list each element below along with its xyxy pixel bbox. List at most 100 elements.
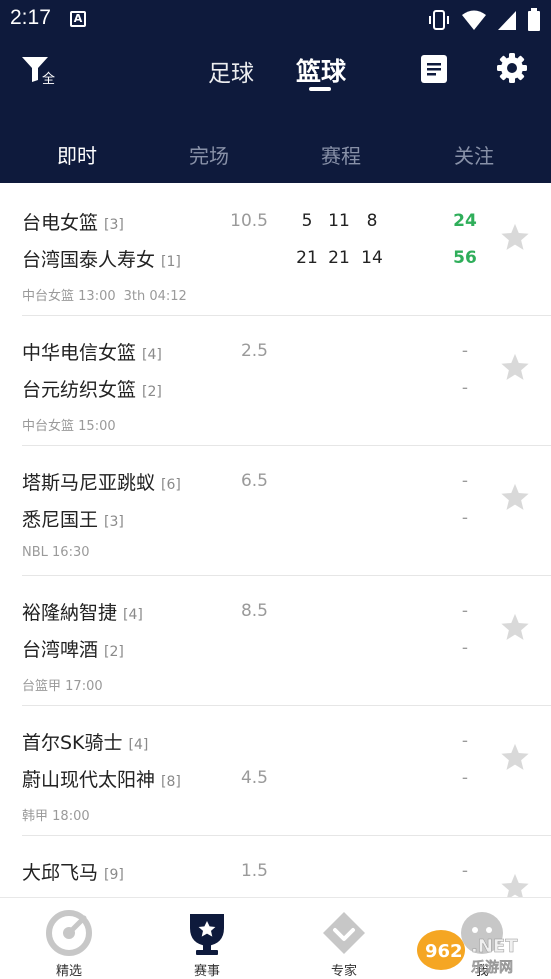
- away-q1-score: 21: [296, 248, 318, 268]
- favorite-star-icon[interactable]: [500, 222, 530, 252]
- away-team-name: 台元纺织女篮: [22, 379, 137, 401]
- home-team-name: 台电女篮: [22, 212, 99, 234]
- home-team-name: 裕隆納智捷: [22, 602, 118, 624]
- gear-icon: [497, 53, 527, 83]
- away-total-score: -: [461, 638, 469, 658]
- home-team: 台电女篮 [3]: [22, 208, 124, 235]
- match-time: 17:00: [65, 679, 103, 694]
- handicap-value: 4.5: [240, 768, 268, 788]
- home-total-score: 24: [453, 211, 477, 231]
- match-row[interactable]: 塔斯马尼亚跳蚁 [6] 悉尼国王 [3] 6.5 - - NBL 16:30: [0, 446, 551, 576]
- away-team: 台湾国泰人寿女 [1]: [22, 245, 181, 272]
- match-info: 中台女篮 15:00: [22, 415, 116, 434]
- svg-text:962: 962: [425, 941, 463, 962]
- away-total-score: -: [461, 508, 469, 528]
- favorite-star-icon[interactable]: [500, 352, 530, 382]
- match-info: 韩甲 18:00: [22, 805, 90, 824]
- favorite-star-icon[interactable]: [500, 612, 530, 642]
- away-total-score: 56: [453, 248, 477, 268]
- home-team: 裕隆納智捷 [4]: [22, 598, 143, 625]
- tab-live[interactable]: 即时: [57, 140, 97, 169]
- home-team: 首尔SK骑士 [4]: [22, 728, 148, 755]
- nav-matches[interactable]: 赛事: [167, 906, 247, 979]
- favorite-star-icon[interactable]: [500, 482, 530, 512]
- home-total-score: -: [461, 731, 469, 751]
- game-clock: 3th 04:12: [123, 289, 187, 304]
- tab-schedule[interactable]: 赛程: [321, 140, 361, 169]
- battery-icon: [528, 8, 540, 31]
- away-total-score: -: [461, 768, 469, 788]
- tab-finished[interactable]: 完场: [189, 140, 229, 169]
- tab-favorites[interactable]: 关注: [454, 140, 494, 169]
- away-q2-score: 21: [328, 248, 350, 268]
- home-team-rank: [4]: [128, 737, 149, 753]
- match-time: 16:30: [52, 545, 90, 560]
- match-row[interactable]: 台电女篮 [3] 台湾国泰人寿女 [1] 10.5 5 11 8 21 21 14 …: [0, 186, 551, 316]
- away-team: 台元纺织女篮 [2]: [22, 375, 162, 402]
- home-team-name: 首尔SK骑士: [22, 732, 123, 754]
- league-name: 韩甲: [22, 809, 49, 824]
- home-team-rank: [4]: [142, 347, 162, 363]
- tab-football[interactable]: 足球: [208, 54, 254, 88]
- match-row[interactable]: 首尔SK骑士 [4] 蔚山现代太阳神 [8] 4.5 - - 韩甲 18:00: [0, 706, 551, 836]
- home-team-rank: [3]: [104, 217, 124, 233]
- svg-text:乐游网: 乐游网: [471, 959, 513, 976]
- match-row[interactable]: 中华电信女篮 [4] 台元纺织女篮 [2] 2.5 - - 中台女篮 15:00: [0, 316, 551, 446]
- away-team-name: 台湾啤酒: [22, 639, 99, 661]
- away-team-rank: [8]: [161, 774, 181, 790]
- home-q3-score: 8: [366, 211, 378, 231]
- match-row[interactable]: 裕隆納智捷 [4] 台湾啤酒 [2] 8.5 - - 台篮甲 17:00: [0, 576, 551, 706]
- match-time: 18:00: [52, 809, 90, 824]
- home-team-rank: [6]: [161, 477, 181, 493]
- status-icons: [427, 8, 541, 32]
- home-team-rank: [9]: [104, 867, 124, 883]
- match-info: NBL 16:30: [22, 545, 90, 560]
- league-name: 台篮甲: [22, 679, 62, 694]
- diamond-icon: [323, 912, 365, 954]
- away-team-rank: [2]: [142, 384, 162, 400]
- handicap-value: 8.5: [240, 601, 268, 621]
- home-team: 中华电信女篮 [4]: [22, 338, 162, 365]
- app-screen: 2:17 A 全 足球 篮球 即时 完场 赛程 关注 台电女篮 [3] 台湾国泰…: [0, 0, 551, 979]
- away-team: 蔚山现代太阳神 [8]: [22, 765, 181, 792]
- away-team: 台湾啤酒 [2]: [22, 635, 124, 662]
- settings-button[interactable]: [496, 52, 528, 84]
- home-q1-score: 5: [301, 211, 313, 231]
- nav-featured[interactable]: 精选: [29, 906, 109, 979]
- handicap-value: 6.5: [240, 471, 268, 491]
- signal-icon: [498, 11, 516, 30]
- document-button[interactable]: [420, 54, 448, 84]
- handicap-value: 1.5: [240, 861, 268, 881]
- home-team-name: 塔斯马尼亚跳蚁: [22, 472, 156, 494]
- home-total-score: -: [461, 601, 469, 621]
- trophy-icon: [190, 914, 224, 955]
- filter-all-label: 全: [42, 72, 56, 87]
- home-team-name: 中华电信女篮: [22, 342, 137, 364]
- status-time: 2:17: [10, 6, 51, 29]
- document-icon: [421, 55, 447, 83]
- nav-experts[interactable]: 专家: [304, 906, 384, 979]
- away-team-rank: [2]: [104, 644, 124, 660]
- status-tabs: 即时 完场 赛程 关注: [0, 128, 551, 178]
- home-q2-score: 11: [328, 211, 350, 231]
- active-tab-indicator: [309, 87, 331, 91]
- league-name: NBL: [22, 545, 48, 560]
- nav-label: 赛事: [193, 964, 220, 979]
- status-bar: 2:17 A: [0, 0, 551, 38]
- home-team: 大邱飞马 [9]: [22, 858, 124, 885]
- home-total-score: -: [461, 861, 469, 881]
- away-team-rank: [3]: [104, 514, 124, 530]
- gauge-icon: [46, 910, 92, 956]
- tab-basketball[interactable]: 篮球: [296, 52, 346, 88]
- nav-label: 专家: [330, 964, 357, 979]
- match-time: 13:00: [78, 289, 116, 304]
- vibrate-icon: [429, 10, 449, 30]
- league-name: 中台女篮: [22, 289, 75, 304]
- wifi-icon: [462, 10, 486, 30]
- away-q3-score: 14: [361, 248, 383, 268]
- home-team-name: 大邱飞马: [22, 862, 99, 884]
- away-team-rank: [1]: [161, 254, 181, 270]
- notification-a-icon: A: [70, 11, 86, 27]
- favorite-star-icon[interactable]: [500, 742, 530, 772]
- filter-button[interactable]: 全: [20, 52, 64, 88]
